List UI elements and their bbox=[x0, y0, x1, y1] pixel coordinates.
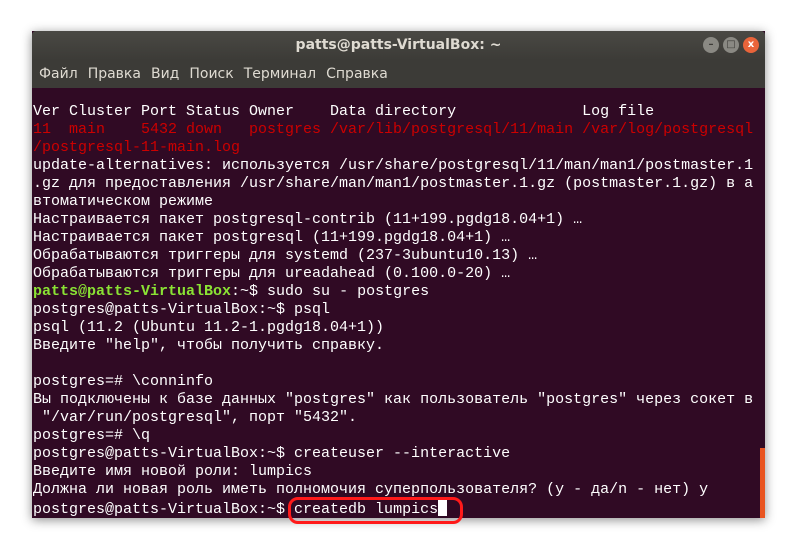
terminal-line: postgres@patts-VirtualBox:~$ createuser … bbox=[32, 445, 765, 463]
title-bar: patts@patts-VirtualBox: ~ – □ x bbox=[32, 31, 765, 60]
terminal-text: Ver Cluster Port Status Owner Data direc… bbox=[33, 103, 655, 120]
terminal-window: patts@patts-VirtualBox: ~ – □ x Файл Пра… bbox=[32, 31, 765, 518]
menu-edit[interactable]: Правка bbox=[87, 66, 142, 82]
terminal-output[interactable]: Ver Cluster Port Status Owner Data direc… bbox=[32, 88, 765, 518]
terminal-line: /postgresql-11-main.log bbox=[32, 139, 765, 157]
terminal-text: 11 main 5432 down postgres /var/lib/post… bbox=[33, 121, 754, 138]
terminal-line: Настраивается пакет postgresql-contrib (… bbox=[32, 211, 765, 229]
terminal-text: postgres@patts-VirtualBox:~$ createuser … bbox=[33, 445, 511, 462]
terminal-text: :~$ sudo su - postgres bbox=[231, 283, 430, 300]
terminal-text: update-alternatives: используется /usr/s… bbox=[33, 157, 754, 174]
terminal-line: втоматическом режиме bbox=[32, 193, 765, 211]
terminal-text: Должна ли новая роль иметь полномочия су… bbox=[33, 481, 709, 498]
terminal-line: patts@patts-VirtualBox:~$ sudo su - post… bbox=[32, 283, 765, 301]
window-title: patts@patts-VirtualBox: ~ bbox=[295, 37, 502, 53]
terminal-text: .gz для предоставления /usr/share/man/ma… bbox=[33, 175, 754, 192]
terminal-line: Вы подключены к базе данных "postgres" к… bbox=[32, 391, 765, 409]
terminal-text: Введите имя новой роли: lumpics bbox=[33, 463, 313, 480]
terminal-text: Настраивается пакет postgresql-contrib (… bbox=[33, 211, 583, 228]
terminal-line: "/var/run/postgresql", порт "5432". bbox=[32, 409, 765, 427]
terminal-text: /postgresql-11-main.log bbox=[33, 139, 241, 156]
terminal-line: Ver Cluster Port Status Owner Data direc… bbox=[32, 103, 765, 121]
menu-help[interactable]: Справка bbox=[325, 66, 389, 82]
terminal-text: postgres@patts-VirtualBox:~$ bbox=[33, 501, 295, 518]
menu-bar: Файл Правка Вид Поиск Терминал Справка bbox=[32, 60, 765, 88]
terminal-text: postgres=# \q bbox=[33, 427, 151, 444]
close-icon[interactable]: x bbox=[743, 37, 759, 53]
terminal-line: psql (11.2 (Ubuntu 11.2-1.pgdg18.04+1)) bbox=[32, 319, 765, 337]
terminal-line: Введите "help", чтобы получить справку. bbox=[32, 337, 765, 355]
menu-view[interactable]: Вид bbox=[150, 66, 180, 82]
menu-file[interactable]: Файл bbox=[38, 66, 79, 82]
minimize-icon[interactable]: – bbox=[703, 37, 719, 53]
scrollbar[interactable] bbox=[760, 448, 765, 518]
terminal-line: Обрабатываются триггеры для systemd (237… bbox=[32, 247, 765, 265]
terminal-line: update-alternatives: используется /usr/s… bbox=[32, 157, 765, 175]
terminal-line: postgres=# \conninfo bbox=[32, 373, 765, 391]
terminal-line: postgres=# \q bbox=[32, 427, 765, 445]
terminal-line: postgres@patts-VirtualBox:~$ psql bbox=[32, 301, 765, 319]
maximize-icon[interactable]: □ bbox=[723, 37, 739, 53]
terminal-line: Введите имя новой роли: lumpics bbox=[32, 463, 765, 481]
terminal-text: "/var/run/postgresql", порт "5432". bbox=[33, 409, 358, 426]
terminal-text: Обрабатываются триггеры для systemd (237… bbox=[33, 247, 538, 264]
terminal-line: Обрабатываются триггеры для ureadahead (… bbox=[32, 265, 765, 283]
terminal-text: psql (11.2 (Ubuntu 11.2-1.pgdg18.04+1)) bbox=[33, 319, 385, 336]
terminal-line: .gz для предоставления /usr/share/man/ma… bbox=[32, 175, 765, 193]
terminal-text: Обрабатываются триггеры для ureadahead (… bbox=[33, 265, 511, 282]
terminal-text: postgres@patts-VirtualBox:~$ psql bbox=[33, 301, 331, 318]
terminal-text: Вы подключены к базе данных "postgres" к… bbox=[33, 391, 754, 408]
terminal-text: Настраивается пакет postgresql (11+199.p… bbox=[33, 229, 511, 246]
menu-search[interactable]: Поиск bbox=[188, 66, 234, 82]
terminal-text: Введите "help", чтобы получить справку. bbox=[33, 337, 385, 354]
terminal-text: втоматическом режиме bbox=[33, 193, 214, 210]
terminal-text: postgres=# \conninfo bbox=[33, 373, 214, 390]
highlight-annotation bbox=[288, 497, 463, 524]
shell-prompt: patts@patts-VirtualBox bbox=[33, 283, 232, 300]
terminal-line: 11 main 5432 down postgres /var/lib/post… bbox=[32, 121, 765, 139]
menu-terminal[interactable]: Терминал bbox=[243, 66, 317, 82]
terminal-line: Настраивается пакет postgresql (11+199.p… bbox=[32, 229, 765, 247]
